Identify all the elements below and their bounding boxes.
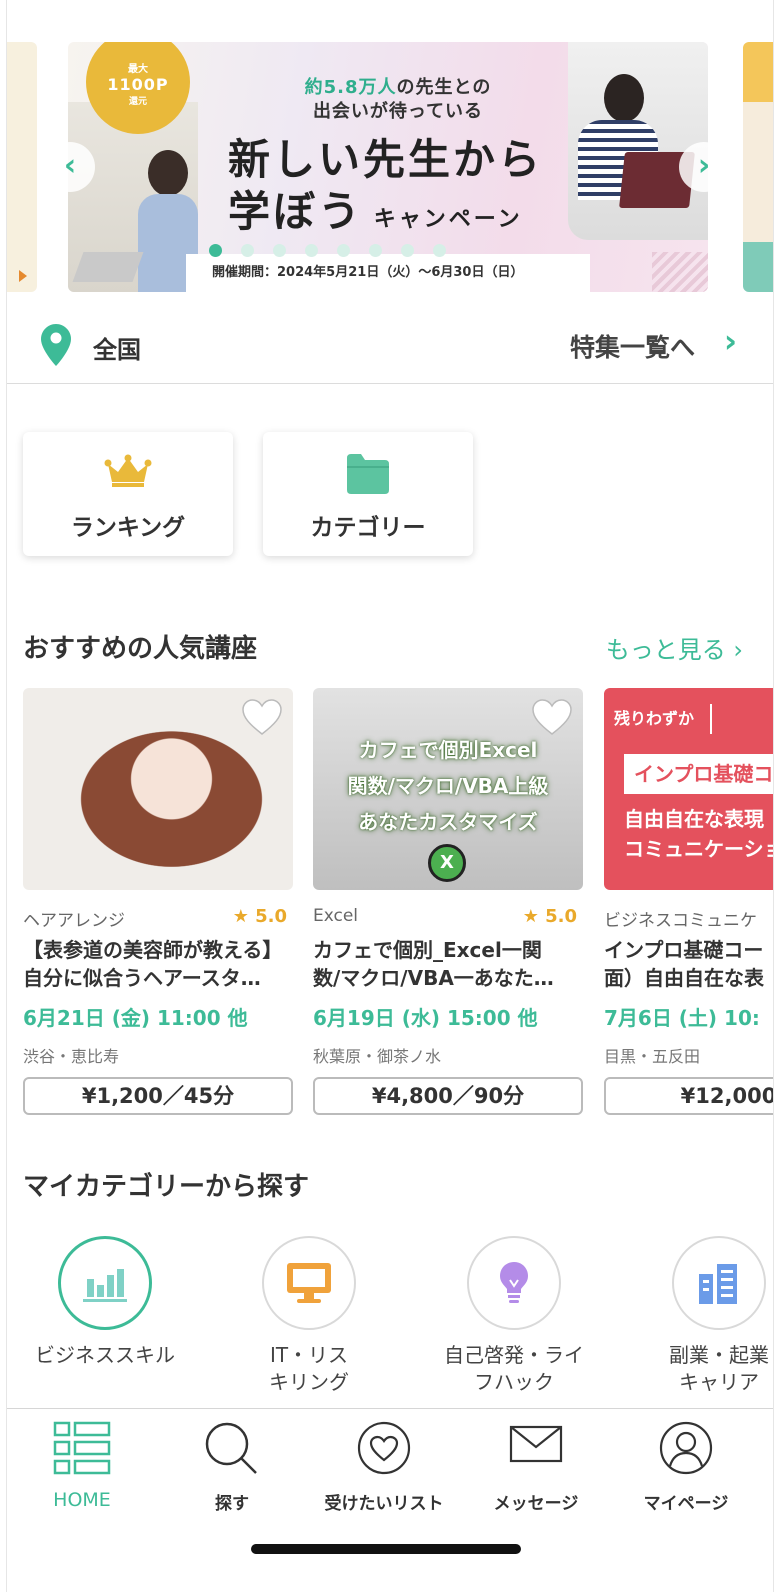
course-area: 秋葉原・御茶ノ水 — [313, 1047, 442, 1066]
location-pin-icon[interactable] — [41, 324, 71, 370]
buildings-icon — [672, 1236, 766, 1330]
mycategory-section-title: マイカテゴリーから探す — [23, 1172, 310, 1202]
course-category: ビジネスコミュニケ — [604, 911, 757, 931]
lightbulb-icon — [467, 1236, 561, 1330]
category-label: 副業・起業 キャリア — [669, 1343, 769, 1394]
course-price: ¥12,000／ — [604, 1077, 773, 1115]
carousel-dot[interactable] — [241, 244, 254, 257]
category-it-reskilling[interactable]: IT・リス キリング — [219, 1236, 399, 1396]
course-date: 7月6日 (土) 10: — [604, 1006, 760, 1030]
few-left-tag: 残りわずか — [604, 704, 713, 734]
tab-mypage[interactable]: マイページ — [611, 1419, 761, 1514]
banner-peek-next[interactable] — [743, 42, 773, 292]
course-area: 目黒・五反田 — [604, 1047, 701, 1066]
banner-period: 開催期間：2024年5月21日（火）〜6月30日（日） — [186, 254, 590, 292]
excel-logo-icon: X — [428, 844, 466, 882]
category-label: 自己啓発・ライ フハック — [444, 1343, 584, 1394]
course-card[interactable]: カフェで個別Excel 関数/マクロ/VBA上級 あなたカスタマイズ X Exc… — [313, 688, 583, 1115]
banner-subcopy: 約5.8万人の先生との 出会いが待っている — [304, 77, 492, 122]
thumbnail-caption: カフェで個別Excel 関数/マクロ/VBA上級 あなたカスタマイズ — [347, 738, 549, 834]
recommended-section-title: おすすめの人気講座 — [23, 634, 258, 664]
crown-icon — [104, 454, 152, 492]
mail-icon — [461, 1419, 611, 1477]
carousel-dot[interactable] — [209, 244, 222, 257]
category-label: カテゴリー — [310, 515, 426, 541]
tab-label: 探す — [215, 1494, 249, 1514]
tab-search[interactable]: 探す — [157, 1419, 307, 1514]
banner-headline: 新しい先生から 学ぼう キャンペーン — [228, 135, 544, 236]
category-self-improvement[interactable]: 自己啓発・ライ フハック — [424, 1236, 604, 1396]
bottom-tab-bar: HOME 探す 受けたいリスト メッセージ マイページ — [7, 1408, 773, 1518]
category-label: ビジネススキル — [35, 1343, 175, 1367]
home-indicator[interactable] — [251, 1544, 521, 1554]
location-bar: 全国 特集一覧へ › — [7, 312, 773, 384]
banner-carousel[interactable]: 最大 1100P 還元 約5.8万人の先生との 出会いが待っている 新しい先生か… — [7, 42, 773, 292]
course-title: インプロ基礎コー 面）自由自在な表 — [604, 938, 764, 990]
category-label: IT・リス キリング — [269, 1343, 349, 1394]
app-screen: 最大 1100P 還元 約5.8万人の先生との 出会いが待っている 新しい先生か… — [6, 0, 774, 1592]
carousel-dot[interactable] — [337, 244, 350, 257]
category-button[interactable]: カテゴリー — [263, 432, 473, 556]
search-icon — [157, 1419, 307, 1477]
heart-icon — [309, 1419, 459, 1477]
course-category: Excel — [313, 906, 359, 926]
carousel-dot[interactable] — [273, 244, 286, 257]
course-card[interactable]: ヘアアレンジ ★ 5.0 【表参道の美容師が教える】 自分に似合うヘアースタ… 6… — [23, 688, 293, 1115]
feature-list-link[interactable]: 特集一覧へ — [570, 328, 695, 364]
ranking-label: ランキング — [70, 515, 186, 541]
carousel-dot[interactable] — [305, 244, 318, 257]
course-thumbnail — [23, 688, 293, 890]
monitor-icon — [262, 1236, 356, 1330]
see-more-link[interactable]: もっと見る › — [606, 630, 743, 665]
tab-messages[interactable]: メッセージ — [461, 1419, 611, 1514]
carousel-next-button[interactable]: › — [679, 142, 729, 192]
carousel-dot[interactable] — [369, 244, 382, 257]
course-title: カフェで個別_Excel一関 数/マクロ/VBA一あなた… — [313, 938, 554, 990]
thumbnail-caption: インプロ基礎コー — [624, 754, 773, 794]
course-area: 渋谷・恵比寿 — [23, 1047, 120, 1066]
category-business-skill[interactable]: ビジネススキル — [15, 1236, 195, 1369]
thumbnail-caption: 自由自在な表現 コミュニケーショ — [624, 807, 774, 861]
tab-label: マイページ — [643, 1494, 729, 1514]
tab-wishlist[interactable]: 受けたいリスト — [309, 1419, 459, 1514]
home-list-icon — [7, 1419, 157, 1477]
chevron-right-icon[interactable]: › — [724, 322, 737, 360]
tab-label: HOME — [53, 1489, 111, 1511]
category-side-business-career[interactable]: 副業・起業 キャリア — [629, 1236, 773, 1396]
tab-home[interactable]: HOME — [7, 1419, 157, 1511]
carousel-dot[interactable] — [401, 244, 414, 257]
user-icon — [611, 1419, 761, 1477]
course-date: 6月19日 (水) 15:00 他 — [313, 1006, 538, 1030]
favorite-heart-icon[interactable] — [241, 698, 283, 740]
carousel-dot[interactable] — [433, 244, 446, 257]
tab-label: 受けたいリスト — [324, 1494, 444, 1514]
course-category: ヘアアレンジ — [23, 911, 125, 931]
ranking-button[interactable]: ランキング — [23, 432, 233, 556]
course-title: 【表参道の美容師が教える】 自分に似合うヘアースタ… — [23, 938, 283, 990]
course-rating: ★ 5.0 — [522, 906, 577, 927]
carousel-dots — [209, 244, 446, 257]
area-selector[interactable]: 全国 — [93, 330, 141, 365]
course-rating: ★ 5.0 — [232, 906, 287, 927]
course-date: 6月21日 (金) 11:00 他 — [23, 1006, 248, 1030]
tab-label: メッセージ — [493, 1494, 579, 1514]
course-thumbnail: カフェで個別Excel 関数/マクロ/VBA上級 あなたカスタマイズ X — [313, 688, 583, 890]
mycategory-list: ビジネススキル IT・リス キリング 自己啓発・ライ フハック 副業・起業 キャリア — [7, 1236, 773, 1406]
course-price: ¥4,800／90分 — [313, 1077, 583, 1115]
course-price: ¥1,200／45分 — [23, 1077, 293, 1115]
bar-chart-icon — [58, 1236, 152, 1330]
carousel-prev-button[interactable]: ‹ — [45, 142, 95, 192]
banner-peek-previous[interactable] — [7, 42, 37, 292]
course-thumbnail: 残りわずか インプロ基礎コー 自由自在な表現 コミュニケーショ — [604, 688, 774, 890]
course-card[interactable]: 残りわずか インプロ基礎コー 自由自在な表現 コミュニケーショ ビジネスコミュニ… — [604, 688, 774, 1115]
recommended-course-list: ヘアアレンジ ★ 5.0 【表参道の美容師が教える】 自分に似合うヘアースタ… 6… — [23, 688, 774, 1128]
banner-photo-student — [568, 42, 708, 240]
folder-icon — [347, 454, 389, 498]
favorite-heart-icon[interactable] — [531, 698, 573, 740]
